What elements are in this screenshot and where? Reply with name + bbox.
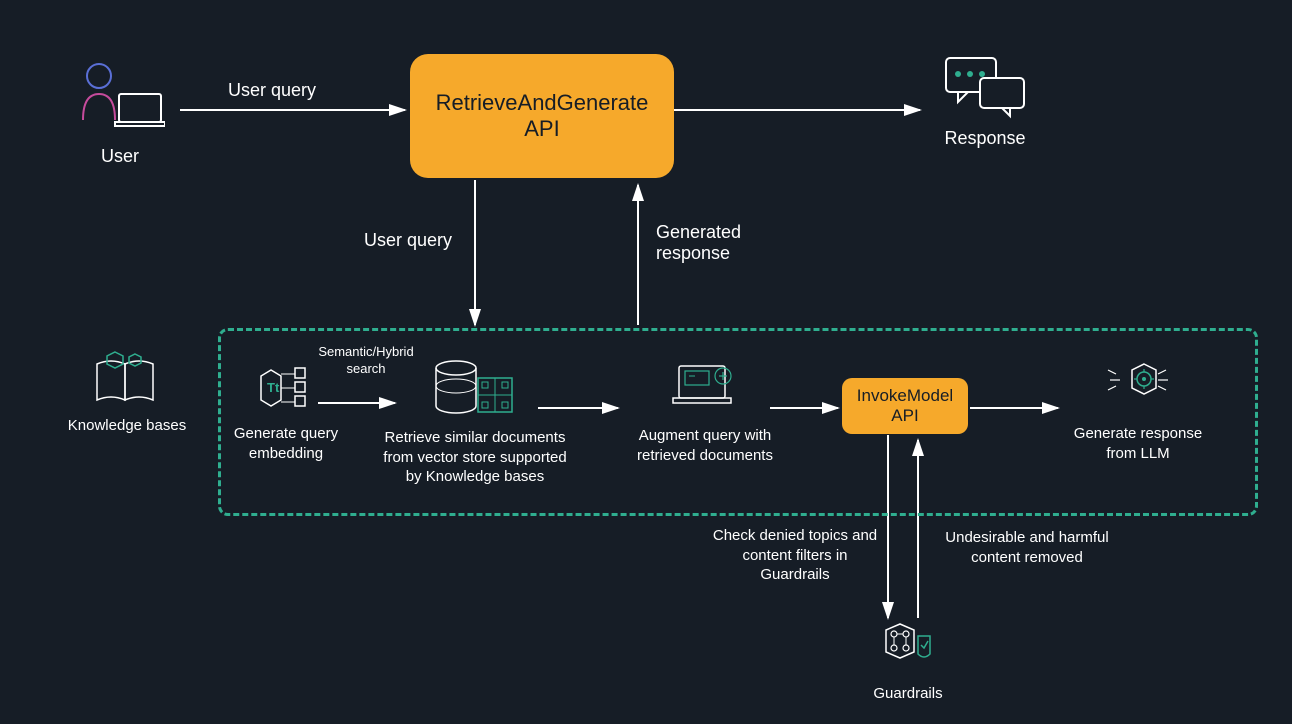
retrieve-generate-api-box: RetrieveAndGenerate API: [410, 54, 674, 178]
augment-node: Augment query with retrieved documents: [620, 358, 790, 465]
knowledge-bases-label: Knowledge bases: [52, 416, 202, 436]
guardrails-label: Guardrails: [848, 684, 968, 704]
chat-icon: [940, 52, 1030, 122]
gen-embedding-label: Generate query embedding: [226, 424, 346, 463]
undesirable-label: Undesirable and harmful content removed: [932, 528, 1122, 567]
guardrails-node: Guardrails: [848, 620, 968, 704]
gen-response-node: Generate response from LLM: [1058, 356, 1218, 463]
database-icon: [430, 356, 520, 422]
augment-label: Augment query with retrieved documents: [620, 426, 790, 465]
retrieve-docs-label: Retrieve similar documents from vector s…: [370, 428, 580, 487]
gear-sparkle-icon: [1098, 356, 1178, 418]
gen-response-label: Generate response from LLM: [1058, 424, 1218, 463]
svg-text:Tt: Tt: [267, 380, 280, 395]
arrow-label-user-query: User query: [228, 80, 316, 101]
arrow-label-generated-response: Generated response: [656, 222, 741, 264]
laptop-icon: [665, 358, 745, 420]
book-icon: [87, 350, 167, 410]
user-label: User: [65, 146, 175, 167]
guardrails-icon: [872, 620, 944, 678]
response-label: Response: [925, 128, 1045, 149]
user-icon: [75, 60, 165, 140]
response-node: Response: [925, 52, 1045, 149]
arrow-label-user-query-down: User query: [364, 230, 452, 251]
user-node: User: [65, 60, 175, 167]
retrieve-docs-node: Retrieve similar documents from vector s…: [370, 356, 580, 487]
invoke-model-api-box: InvokeModel API: [842, 378, 968, 434]
check-denied-label: Check denied topics and content filters …: [700, 526, 890, 585]
knowledge-bases-node: Knowledge bases: [52, 350, 202, 436]
